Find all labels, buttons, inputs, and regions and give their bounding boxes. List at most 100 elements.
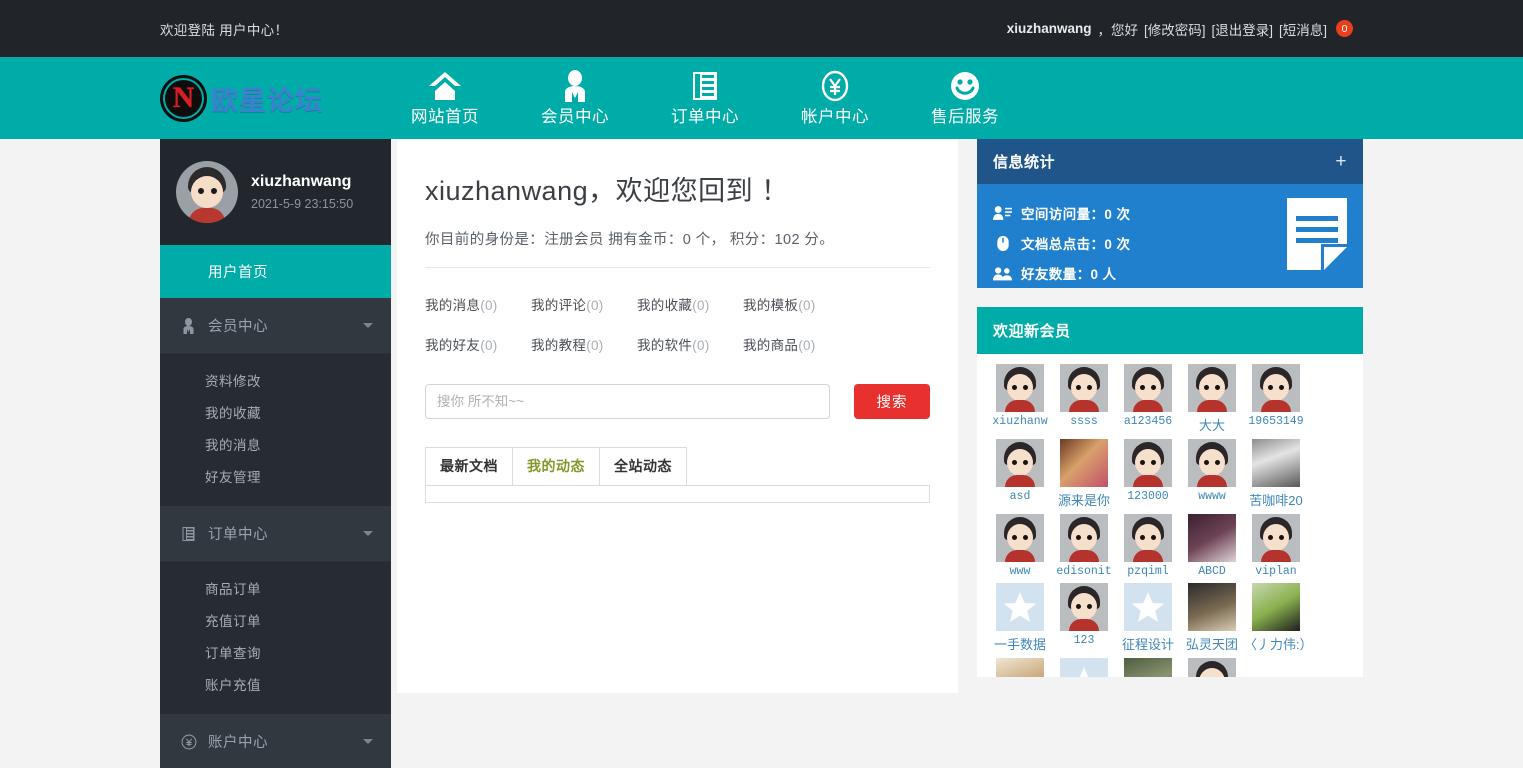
- sidebar-subitem-order-query[interactable]: 订单查询: [160, 636, 391, 668]
- chevron-down-icon: [363, 739, 373, 744]
- quick-link-label: 我的好友: [425, 338, 480, 353]
- quick-link-my-messages[interactable]: 我的消息(0): [425, 284, 531, 324]
- info-statistics-title: 信息统计: [993, 151, 1055, 172]
- member-cell[interactable]: 一手数据: [988, 583, 1052, 658]
- nav-item-after-sales[interactable]: 售后服务: [900, 69, 1030, 127]
- member-cell[interactable]: www: [988, 514, 1052, 583]
- order-icon: [180, 525, 197, 542]
- member-cell[interactable]: 19653149: [1244, 364, 1308, 439]
- quick-link-my-friends[interactable]: 我的好友(0): [425, 324, 531, 364]
- search-row: 搜索: [425, 384, 930, 419]
- member-cell[interactable]: 达布先生: [988, 658, 1052, 677]
- member-name: a123456: [1116, 415, 1180, 428]
- member-cell[interactable]: 123000: [1116, 439, 1180, 514]
- nav-label: 帐户中心: [801, 108, 869, 126]
- quick-link-my-comments[interactable]: 我的评论(0): [531, 284, 637, 324]
- info-statistics-body: 空间访问量：0 次 文档总点击：0 次 好友数量：0 人: [977, 184, 1363, 288]
- chevron-down-icon: [363, 531, 373, 536]
- member-cell[interactable]: 123: [1052, 583, 1116, 658]
- member-cell[interactable]: 哈哈哥: [1052, 658, 1116, 677]
- account-links: xiuzhanwang ，您好 [修改密码] [退出登录] [短消息] 0: [1007, 19, 1353, 39]
- sidebar-group-order-center[interactable]: 订单中心: [160, 506, 391, 562]
- member-avatar-star-icon: [1124, 583, 1172, 631]
- member-cell[interactable]: 弘灵天团: [1180, 583, 1244, 658]
- stat-label: 好友数量：0 人: [1021, 263, 1116, 283]
- tab-latest-docs[interactable]: 最新文档: [425, 447, 513, 485]
- short-message-link[interactable]: [短消息]: [1279, 19, 1327, 39]
- member-cell[interactable]: ssss: [1052, 364, 1116, 439]
- member-cell[interactable]: 苦咖啡20: [1244, 439, 1308, 514]
- member-avatar-photo: [1252, 439, 1300, 487]
- logo-emblem-icon: N: [160, 75, 207, 122]
- member-cell[interactable]: viplan: [1244, 514, 1308, 583]
- welcome-text: 欢迎登陆 用户中心！: [160, 19, 288, 39]
- member-cell[interactable]: asd: [988, 439, 1052, 514]
- info-statistics-card: 信息统计 + 空间访问量：0 次 文档总点击：0 次: [977, 139, 1363, 288]
- member-cell[interactable]: 〈丿力伟:）: [1244, 583, 1308, 658]
- document-illustration-icon: [1287, 198, 1347, 270]
- nav-label: 售后服务: [931, 108, 999, 126]
- stat-label: 空间访问量：0 次: [1021, 203, 1130, 223]
- nav-items: 网站首页 会员中心 订单中心 帐户中心 售后服务: [380, 69, 1030, 127]
- nav-item-order-center[interactable]: 订单中心: [640, 69, 770, 127]
- quick-link-my-tutorials[interactable]: 我的教程(0): [531, 324, 637, 364]
- change-password-link[interactable]: [修改密码]: [1144, 19, 1206, 39]
- member-avatar-star-icon: [996, 583, 1044, 631]
- search-input[interactable]: [425, 384, 830, 419]
- quick-link-my-templates[interactable]: 我的模板(0): [743, 284, 849, 324]
- quick-link-my-favorites[interactable]: 我的收藏(0): [637, 284, 743, 324]
- member-icon: [510, 69, 640, 103]
- order-icon: [640, 69, 770, 103]
- page-body: xiuzhanwang 2021-5-9 23:15:50 用户首页 会员中心 …: [0, 139, 1523, 768]
- nav-item-account-center[interactable]: 帐户中心: [770, 69, 900, 127]
- quick-link-my-products[interactable]: 我的商品(0): [743, 324, 849, 364]
- sidebar-subitem-profile-edit[interactable]: 资料修改: [160, 364, 391, 396]
- member-cell[interactable]: 大大: [1180, 364, 1244, 439]
- info-statistics-header: 信息统计 +: [977, 139, 1363, 184]
- sidebar-subitem-friend-manage[interactable]: 好友管理: [160, 460, 391, 492]
- member-cell[interactable]: 征程设计: [1116, 583, 1180, 658]
- member-name: ssss: [1052, 415, 1116, 428]
- nav-item-home[interactable]: 网站首页: [380, 69, 510, 127]
- nav-item-member-center[interactable]: 会员中心: [510, 69, 640, 127]
- member-cell[interactable]: pzqiml: [1116, 514, 1180, 583]
- sidebar-group-member-center[interactable]: 会员中心: [160, 298, 391, 354]
- main-content: xiuzhanwang，欢迎您回到 ！ 你目前的身份是：注册会员 拥有金币：0 …: [397, 139, 958, 693]
- member-cell[interactable]: edisonit: [1052, 514, 1116, 583]
- member-cell[interactable]: swe: [1180, 658, 1244, 677]
- member-cell[interactable]: wwww: [1180, 439, 1244, 514]
- expand-icon[interactable]: +: [1335, 152, 1347, 171]
- member-avatar-cartoon: [1124, 514, 1172, 562]
- sidebar-subitem-account-recharge[interactable]: 账户充值: [160, 668, 391, 700]
- sidebar-item-user-home[interactable]: 用户首页: [160, 245, 391, 298]
- sidebar-subitem-product-orders[interactable]: 商品订单: [160, 572, 391, 604]
- sidebar-submenu-member-center: 资料修改 我的收藏 我的消息 好友管理: [160, 354, 391, 506]
- member-avatar-cartoon: [1188, 364, 1236, 412]
- member-cell[interactable]: xiuzhanw: [988, 364, 1052, 439]
- quick-link-label: 我的评论: [531, 298, 586, 313]
- member-cell[interactable]: a123456: [1116, 364, 1180, 439]
- tab-my-activity[interactable]: 我的动态: [512, 447, 600, 485]
- member-avatar-cartoon: [1124, 364, 1172, 412]
- member-cell[interactable]: ABCD: [1180, 514, 1244, 583]
- right-column: 信息统计 + 空间访问量：0 次 文档总点击：0 次: [977, 139, 1363, 677]
- tab-site-activity[interactable]: 全站动态: [599, 447, 687, 485]
- sidebar-group-account-center[interactable]: 账户中心: [160, 714, 391, 768]
- quick-link-label: 我的收藏: [637, 298, 692, 313]
- member-avatar-cartoon: [1252, 514, 1300, 562]
- sidebar-subitem-my-favorites[interactable]: 我的收藏: [160, 396, 391, 428]
- logout-link[interactable]: [退出登录]: [1211, 19, 1273, 39]
- nav-label: 订单中心: [671, 108, 739, 126]
- sidebar-subitem-recharge-orders[interactable]: 充值订单: [160, 604, 391, 636]
- sidebar-subitem-my-messages[interactable]: 我的消息: [160, 428, 391, 460]
- site-logo[interactable]: N 欧星论坛: [160, 75, 360, 122]
- member-name: 大大: [1180, 415, 1244, 434]
- member-name: 征程设计: [1116, 634, 1180, 653]
- member-avatar-cartoon: [1124, 439, 1172, 487]
- member-cell[interactable]: 小林: [1116, 658, 1180, 677]
- search-button[interactable]: 搜索: [854, 384, 930, 419]
- member-cell[interactable]: 源来是你: [1052, 439, 1116, 514]
- smiley-icon: [900, 69, 1030, 103]
- quick-link-my-software[interactable]: 我的软件(0): [637, 324, 743, 364]
- quick-link-label: 我的模板: [743, 298, 798, 313]
